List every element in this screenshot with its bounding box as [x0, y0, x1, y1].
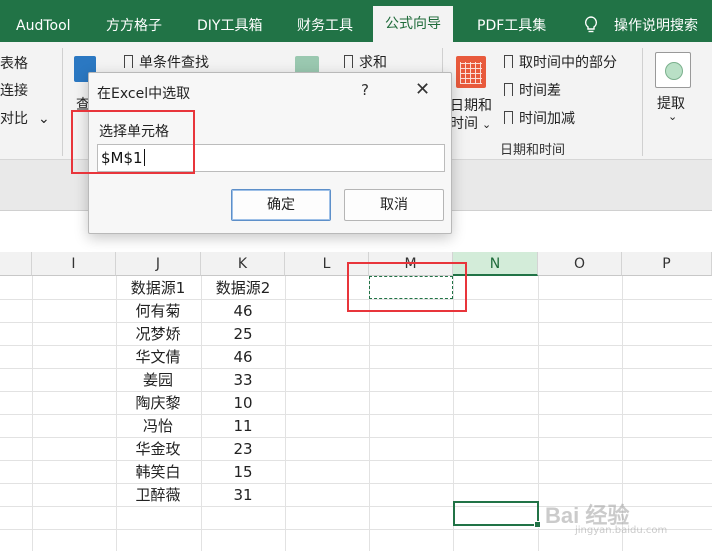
ribbon-item-connect[interactable]: 连接: [0, 80, 28, 100]
time-add-label: 时间加减: [519, 111, 575, 127]
cell-value[interactable]: 33: [201, 369, 285, 392]
watermark: Bai 经验 jingyan.baidu.com: [545, 498, 705, 542]
cell-value[interactable]: 46: [201, 300, 285, 323]
tab-audtool[interactable]: AudTool: [16, 10, 71, 42]
dialog-title: 在Excel中选取: [97, 86, 191, 102]
cell-value[interactable]: 31: [201, 484, 285, 507]
tab-formula-wizard[interactable]: 公式向导: [373, 6, 453, 42]
sum-label: 求和: [359, 55, 387, 71]
cell-name[interactable]: 华文倩: [116, 346, 200, 369]
cell-value[interactable]: 15: [201, 461, 285, 484]
extract-time-part-label: 取时间中的部分: [519, 55, 617, 71]
date-time-button-line2: 时间: [450, 116, 478, 132]
extract-icon[interactable]: [655, 52, 691, 88]
cell-name[interactable]: 况梦娇: [116, 323, 200, 346]
date-time-group-label: 日期和时间: [500, 143, 566, 158]
ribbon-tab-bar: AudTool 方方格子 DIY工具箱 财务工具 公式向导 PDF工具集 操作说…: [0, 0, 712, 42]
ribbon-item-table[interactable]: 表格: [0, 53, 28, 73]
time-diff-button[interactable]: 时间差: [504, 80, 561, 100]
date-time-icon[interactable]: [456, 56, 486, 88]
cell-value[interactable]: 25: [201, 323, 285, 346]
single-condition-lookup-label: 单条件查找: [139, 55, 209, 71]
cell-name[interactable]: 冯怡: [116, 415, 200, 438]
bookmark-icon: [504, 111, 513, 127]
watermark-url: jingyan.baidu.com: [575, 525, 668, 536]
cell-value[interactable]: 10: [201, 392, 285, 415]
tab-fangfang[interactable]: 方方格子: [106, 10, 162, 42]
chevron-down-icon: ⌄: [668, 110, 678, 123]
cell-header-source1[interactable]: 数据源1: [116, 277, 200, 300]
chevron-down-icon: ⌄: [38, 111, 50, 127]
cell-value[interactable]: 11: [201, 415, 285, 438]
cell-name[interactable]: 陶庆黎: [116, 392, 200, 415]
cancel-button[interactable]: 取消: [344, 189, 444, 221]
ribbon-item-compare[interactable]: 对比 ⌄: [0, 108, 50, 128]
cell-value[interactable]: 23: [201, 438, 285, 461]
bookmark-icon: [504, 55, 513, 71]
bookmark-icon: [344, 55, 353, 71]
bookmark-icon: [504, 83, 513, 99]
close-icon[interactable]: ✕: [415, 79, 430, 100]
help-icon[interactable]: ?: [361, 81, 369, 99]
date-time-button-line1[interactable]: 日期和: [450, 95, 492, 115]
highlight-box-cell: [347, 262, 467, 312]
col-header-j[interactable]: J: [116, 252, 201, 276]
col-header-p[interactable]: P: [622, 252, 712, 276]
lightbulb-icon: [584, 16, 598, 33]
time-add-button[interactable]: 时间加减: [504, 108, 575, 128]
cell-name[interactable]: 韩笑白: [116, 461, 200, 484]
tab-pdf-tools[interactable]: PDF工具集: [477, 10, 546, 42]
ok-button[interactable]: 确定: [231, 189, 331, 221]
tab-finance-tools[interactable]: 财务工具: [297, 10, 353, 42]
cell-name[interactable]: 华金玫: [116, 438, 200, 461]
date-time-button[interactable]: 时间 ⌄: [450, 113, 491, 133]
tab-diy-toolbox[interactable]: DIY工具箱: [197, 10, 262, 42]
time-diff-label: 时间差: [519, 83, 561, 99]
col-header-o[interactable]: O: [538, 252, 622, 276]
cell-name[interactable]: 卫醉薇: [116, 484, 200, 507]
single-condition-lookup-button[interactable]: 单条件查找: [124, 52, 209, 72]
cell-name[interactable]: 姜园: [116, 369, 200, 392]
ribbon-item-compare-label: 对比: [0, 111, 28, 127]
cell-name[interactable]: 何有菊: [116, 300, 200, 323]
col-header-i[interactable]: I: [32, 252, 116, 276]
cell-value[interactable]: 46: [201, 346, 285, 369]
col-header-k[interactable]: K: [201, 252, 285, 276]
cell-header-source2[interactable]: 数据源2: [201, 277, 285, 300]
extract-time-part-button[interactable]: 取时间中的部分: [504, 52, 617, 72]
chevron-down-icon: ⌄: [482, 118, 492, 131]
tell-me-search[interactable]: 操作说明搜索: [614, 10, 698, 42]
sum-button[interactable]: 求和: [344, 52, 387, 72]
bookmark-icon: [124, 55, 133, 71]
active-cell[interactable]: [453, 501, 541, 528]
highlight-box-dialog: [71, 110, 195, 174]
corner-cell[interactable]: [0, 252, 32, 276]
